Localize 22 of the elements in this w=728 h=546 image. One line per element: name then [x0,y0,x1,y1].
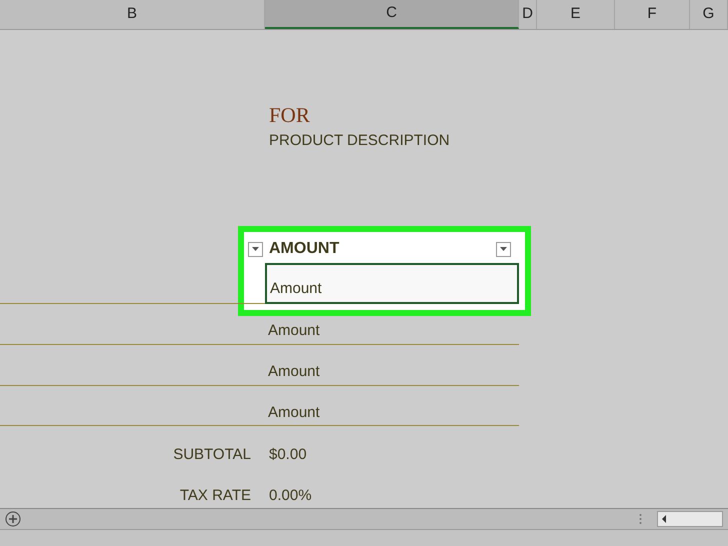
column-header[interactable]: F [615,0,690,29]
dropdown-button[interactable] [248,242,263,257]
column-header[interactable]: E [537,0,615,29]
dropdown-button[interactable] [496,242,511,257]
column-header[interactable]: D [519,0,537,29]
caret-icon [500,247,507,252]
form-subtitle: PRODUCT DESCRIPTION [269,130,450,150]
caret-icon [252,247,259,252]
summary-value: 0.00% [268,486,312,506]
column-header[interactable]: C [265,0,519,29]
amount-cell[interactable]: Amount [265,344,519,386]
amount-cell[interactable]: Amount [265,263,519,304]
amount-cell[interactable]: Amount [265,386,519,426]
amount-cell[interactable]: Amount [265,304,519,345]
form-title: FOR [269,102,310,129]
column-title: AMOUNT [269,239,340,260]
summary-label: SUBTOTAL [173,444,251,465]
column-header[interactable]: G [690,0,728,29]
horizontal-scrollbar[interactable] [657,511,723,527]
add-sheet-icon[interactable] [5,511,21,527]
summary-label: TAX RATE [180,486,251,506]
summary-value: $0.00 [268,444,307,465]
